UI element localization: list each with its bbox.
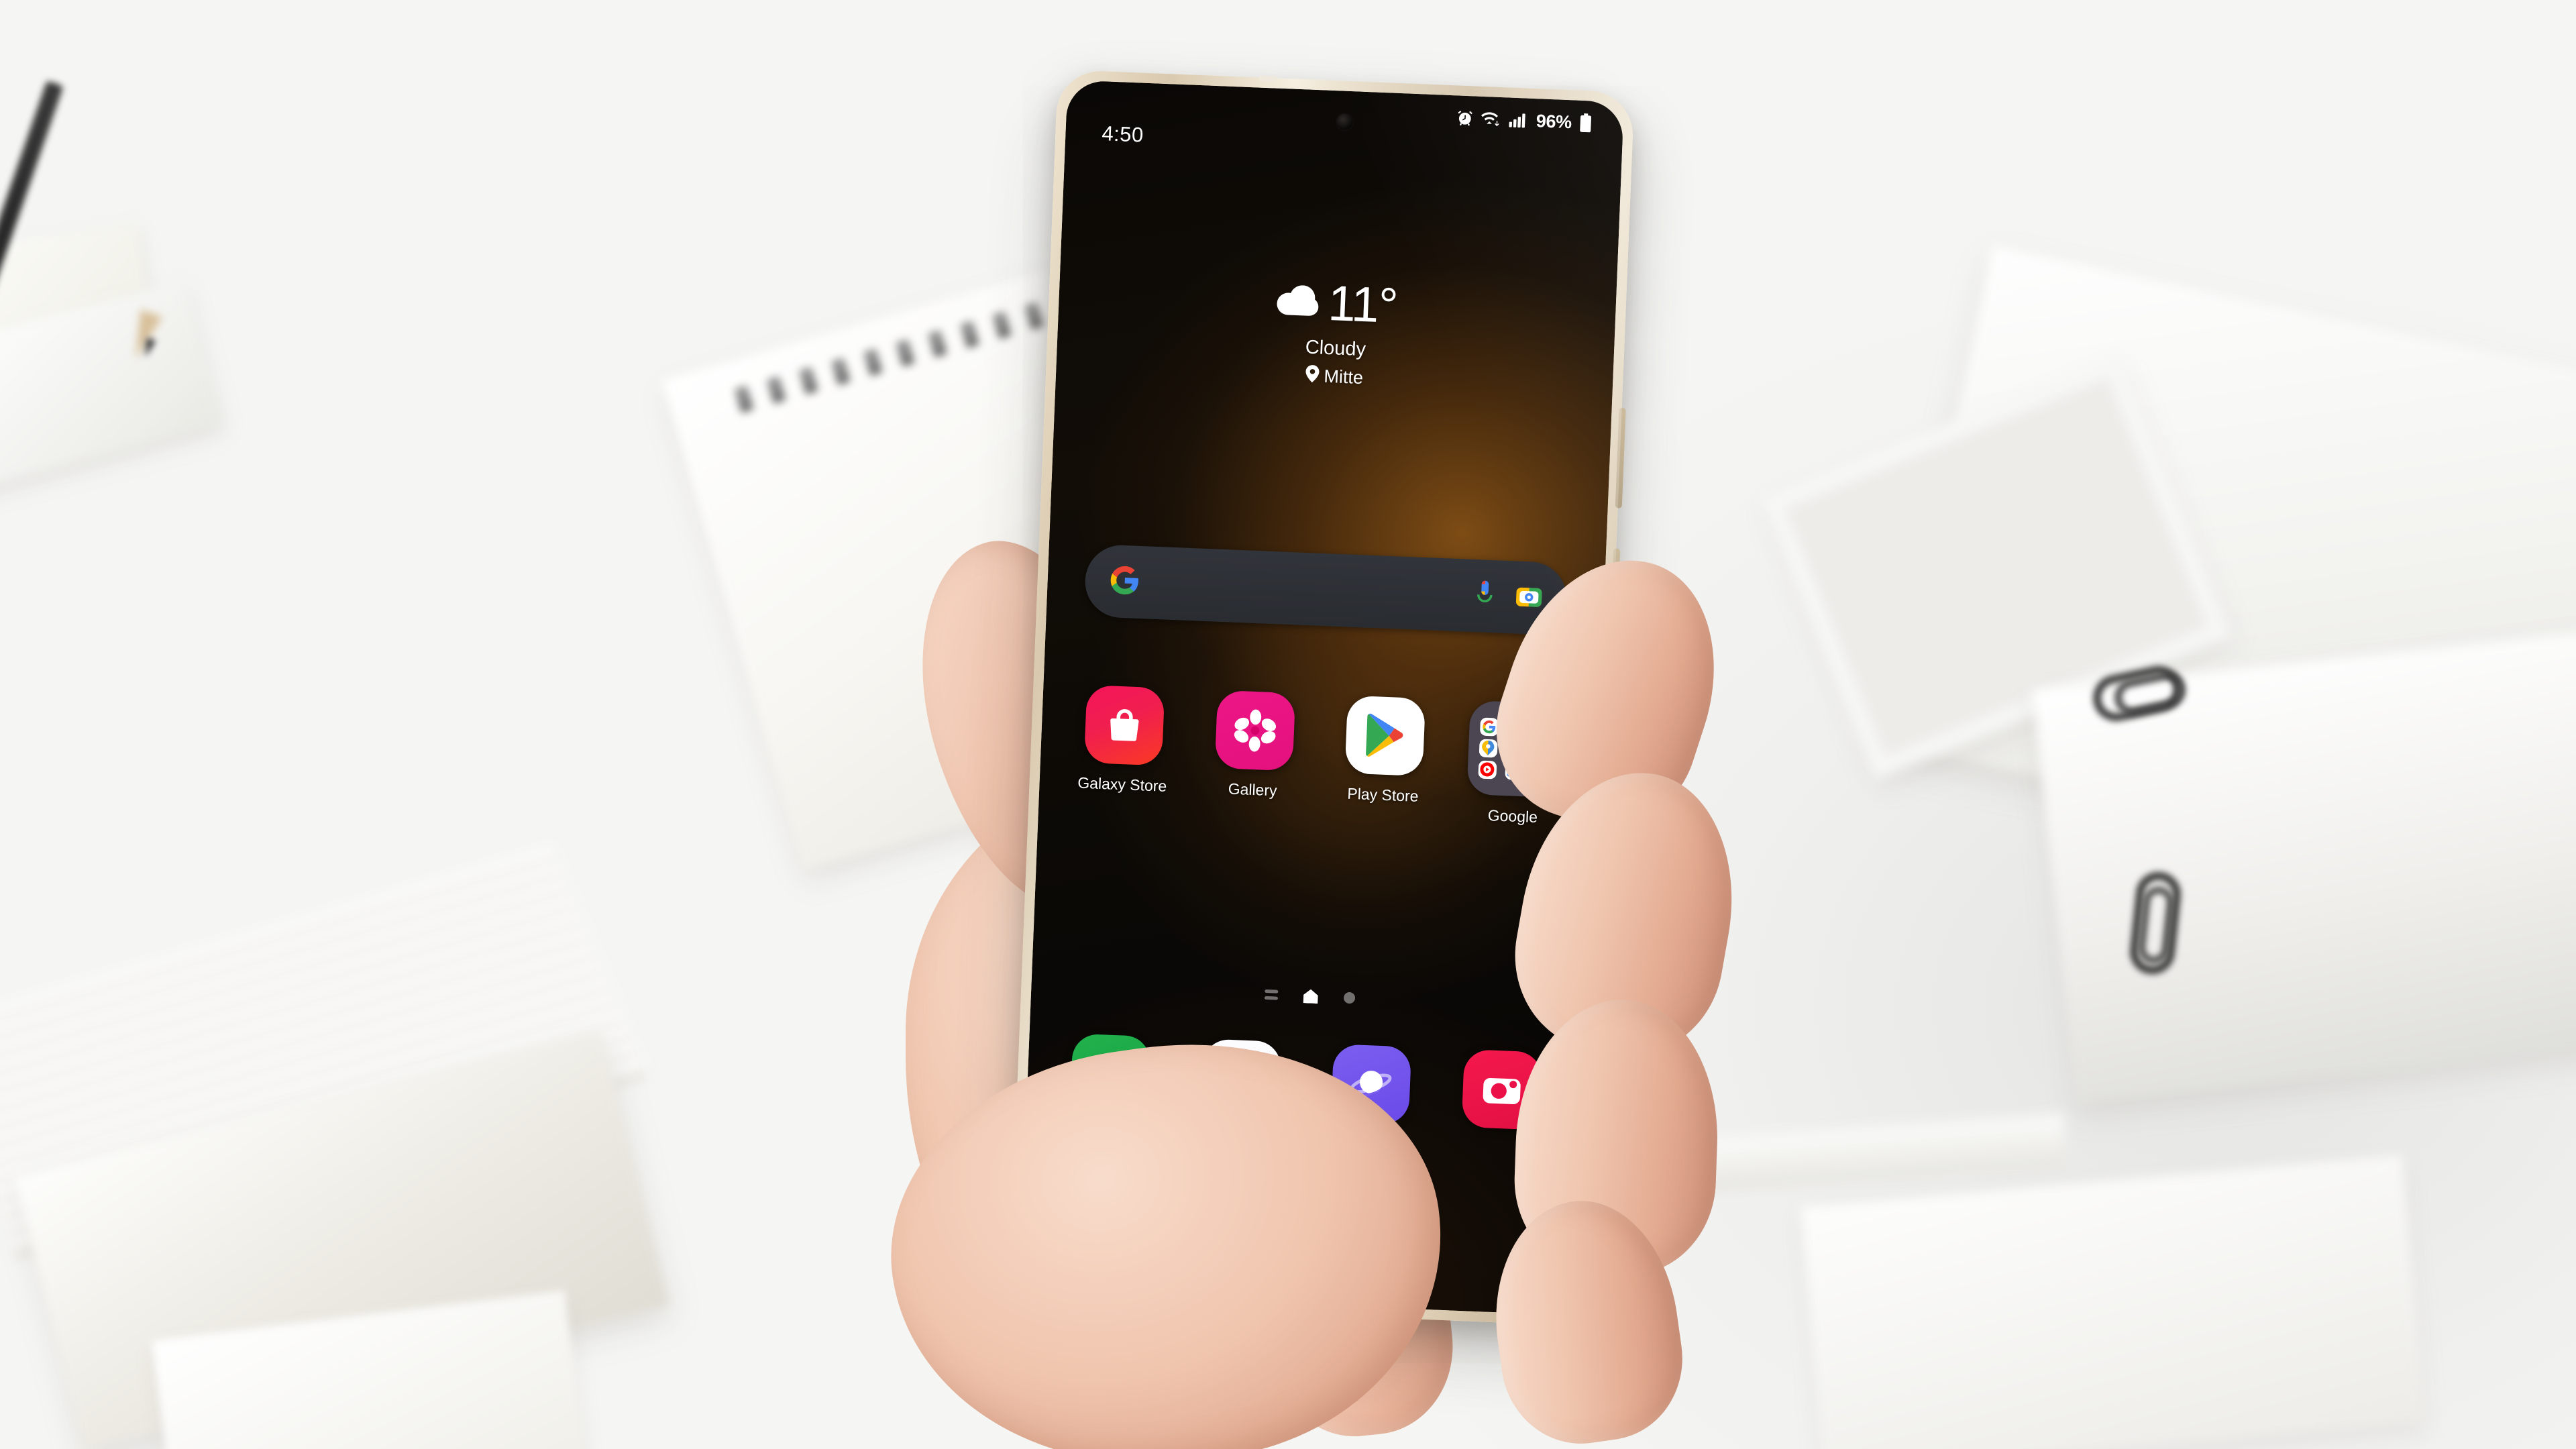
app-gallery[interactable]: Gallery: [1186, 689, 1322, 818]
signal-icon: [1508, 112, 1527, 129]
wifi-icon: [1481, 110, 1501, 128]
galaxy-store-icon: [1084, 684, 1165, 766]
home-page-icon[interactable]: [1303, 989, 1318, 1004]
app-play-store[interactable]: Play Store: [1317, 694, 1452, 823]
maps-icon: [1479, 739, 1498, 758]
antenna-band-top: [1258, 75, 1277, 82]
weather-condition: Cloudy: [1305, 336, 1366, 361]
weather-temperature-row: 11°: [1276, 274, 1399, 334]
google-g-icon: [1109, 564, 1141, 600]
google-search-bar[interactable]: [1083, 543, 1568, 636]
photo-scene: 96% 4:50 11° Cloudy Mitte Galaxy Store G…: [0, 0, 2576, 1449]
app-label: Galaxy Store: [1077, 773, 1167, 795]
app-list-icon[interactable]: [1264, 989, 1278, 1000]
weather-location-name: Mitte: [1323, 366, 1364, 388]
alarm-icon: [1456, 109, 1474, 127]
battery-percentage: 96%: [1536, 110, 1572, 132]
battery-icon: [1578, 113, 1593, 133]
google-search-icon: [1479, 717, 1499, 737]
weather-location-row: Mitte: [1305, 365, 1364, 389]
youtube-music-icon: [1478, 759, 1497, 780]
play-store-icon: [1344, 695, 1426, 777]
location-pin-icon: [1305, 365, 1320, 388]
microphone-icon[interactable]: [1473, 580, 1496, 612]
weather-widget[interactable]: 11° Cloudy Mitte: [1056, 268, 1617, 399]
page-dot-icon[interactable]: [1343, 991, 1355, 1004]
app-label: Play Store: [1346, 784, 1419, 805]
weather-temperature: 11°: [1327, 274, 1399, 334]
cloud-icon: [1277, 284, 1320, 319]
app-label: Gallery: [1228, 780, 1278, 800]
white-card-bottom-right: [1801, 1155, 2426, 1449]
volume-button[interactable]: [1615, 407, 1626, 508]
gallery-flower-icon: [1214, 690, 1295, 771]
app-galaxy-store[interactable]: Galaxy Store: [1056, 684, 1191, 812]
search-input[interactable]: [1140, 582, 1474, 596]
page-indicator: [1031, 978, 1588, 1014]
status-bar-clock: 4:50: [1101, 121, 1144, 147]
fingers-front: [1472, 532, 1858, 1449]
